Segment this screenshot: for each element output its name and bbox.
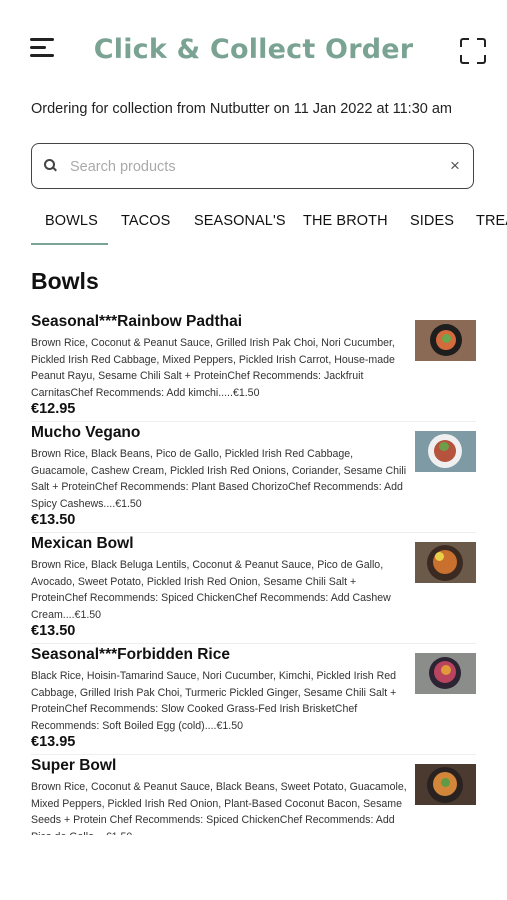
- product-image: [415, 653, 476, 694]
- product-price: €13.50: [31, 512, 76, 528]
- product-item[interactable]: Mucho Vegano Brown Rice, Black Beans, Pi…: [31, 421, 476, 530]
- category-tabs: BOWLS TACOS SEASONAL'S THE BROTH SIDES T…: [31, 210, 507, 250]
- tab-treats[interactable]: TREATS: [476, 213, 507, 229]
- product-image: [415, 542, 476, 583]
- product-description: Brown Rice, Black Beluga Lentils, Coconu…: [31, 559, 391, 621]
- product-item[interactable]: Seasonal***Rainbow Padthai Brown Rice, C…: [31, 313, 476, 419]
- active-tab-indicator: [31, 243, 108, 245]
- product-item[interactable]: Seasonal***Forbidden Rice Black Rice, Ho…: [31, 643, 476, 752]
- product-name: Seasonal***Forbidden Rice: [31, 646, 230, 663]
- content-fade: [0, 835, 507, 900]
- search-input[interactable]: [68, 152, 442, 182]
- tab-bowls[interactable]: BOWLS: [45, 213, 98, 229]
- app-header: Click & Collect Order: [0, 30, 507, 74]
- product-name: Super Bowl: [31, 757, 117, 774]
- divider: [31, 421, 476, 422]
- product-description: Brown Rice, Coconut & Peanut Sauce, Gril…: [31, 337, 395, 399]
- product-description: Brown Rice, Black Beans, Pico de Gallo, …: [31, 448, 407, 510]
- tab-seasonals[interactable]: SEASONAL'S: [194, 213, 286, 229]
- divider: [31, 532, 476, 533]
- product-name: Seasonal***Rainbow Padthai: [31, 313, 243, 330]
- product-description: Black Rice, Hoisin-Tamarind Sauce, Nori …: [31, 670, 397, 732]
- fullscreen-icon[interactable]: [460, 38, 486, 64]
- product-name: Mucho Vegano: [31, 424, 141, 441]
- tab-tacos[interactable]: TACOS: [121, 213, 170, 229]
- ordering-info: Ordering for collection from Nutbutter o…: [31, 101, 453, 117]
- divider: [31, 754, 476, 755]
- product-price: €13.95: [31, 734, 76, 750]
- tab-sides[interactable]: SIDES: [410, 213, 454, 229]
- clear-search-icon[interactable]: ×: [450, 156, 460, 176]
- divider: [31, 643, 476, 644]
- product-item[interactable]: Super Bowl Brown Rice, Coconut & Peanut …: [31, 754, 476, 847]
- product-price: €13.50: [31, 623, 76, 639]
- product-item[interactable]: Mexican Bowl Brown Rice, Black Beluga Le…: [31, 532, 476, 641]
- product-name: Mexican Bowl: [31, 535, 134, 552]
- product-image: [415, 431, 476, 472]
- product-price: €12.95: [31, 401, 76, 417]
- page-title: Click & Collect Order: [93, 34, 414, 65]
- section-title: Bowls: [31, 268, 99, 294]
- search-bar: ×: [31, 143, 474, 189]
- search-icon: [44, 159, 57, 172]
- product-image: [415, 764, 476, 805]
- product-image: [415, 320, 476, 361]
- tab-the-broth[interactable]: THE BROTH: [303, 213, 388, 229]
